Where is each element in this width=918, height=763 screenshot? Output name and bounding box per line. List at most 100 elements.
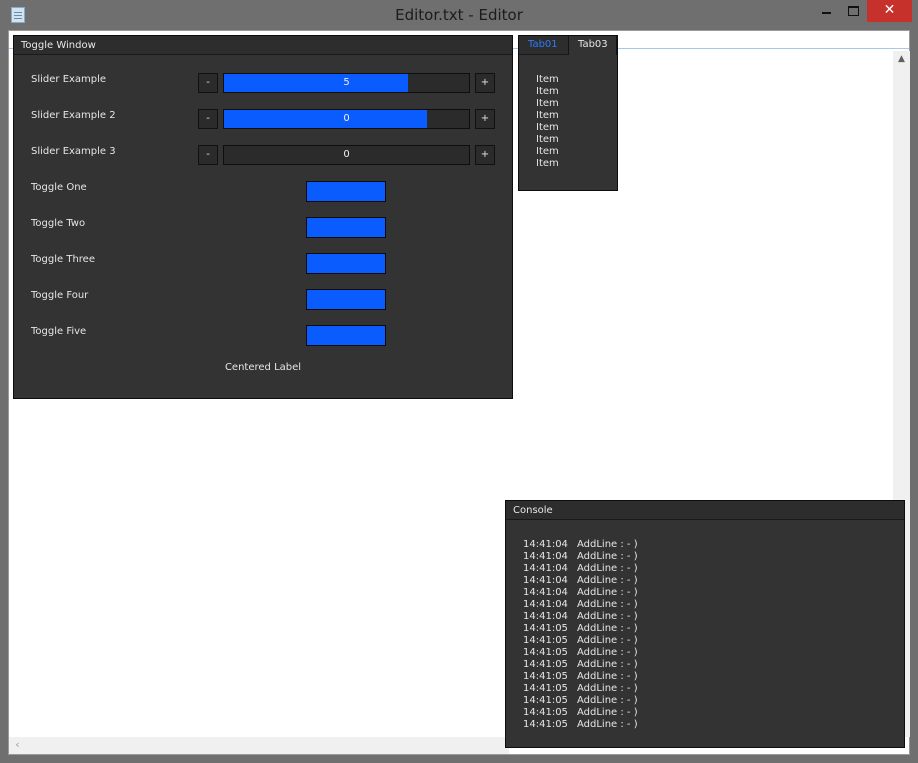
console-time: 14:41:05	[523, 683, 568, 694]
list-item[interactable]: Item	[536, 74, 559, 85]
console-text: AddLine : - )	[577, 647, 638, 658]
console-time: 14:41:04	[523, 611, 568, 622]
list-item[interactable]: Item	[536, 98, 559, 109]
console-text: AddLine : - )	[577, 623, 638, 634]
console-line: 14:41:05 AddLine : - )	[523, 647, 638, 658]
toggle-four[interactable]	[306, 289, 386, 310]
console-text: AddLine : - )	[577, 671, 638, 682]
toggle-label: Toggle Five	[31, 326, 87, 337]
slider-decrement-button[interactable]: -	[198, 145, 218, 165]
console-time: 14:41:05	[523, 671, 568, 682]
console-time: 14:41:05	[523, 719, 568, 730]
console-text: AddLine : - )	[577, 575, 638, 586]
toggle-two[interactable]	[306, 217, 386, 238]
console-line: 14:41:05 AddLine : - )	[523, 707, 638, 718]
scroll-left-icon[interactable]: ‹	[9, 737, 26, 754]
toggle-window-title[interactable]: Toggle Window	[14, 36, 512, 55]
console-text: AddLine : - )	[577, 659, 638, 670]
console-time: 14:41:04	[523, 575, 568, 586]
slider-decrement-button[interactable]: -	[198, 109, 218, 129]
console-time: 14:41:05	[523, 623, 568, 634]
console-line: 14:41:04 AddLine : - )	[523, 587, 638, 598]
console-time: 14:41:04	[523, 599, 568, 610]
console-text: AddLine : - )	[577, 539, 638, 550]
console-text: AddLine : - )	[577, 707, 638, 718]
console-line: 14:41:05 AddLine : - )	[523, 695, 638, 706]
console-text: AddLine : - )	[577, 719, 638, 730]
list-item[interactable]: Item	[536, 158, 559, 169]
slider-value: 5	[343, 77, 350, 88]
console-time: 14:41:04	[523, 563, 568, 574]
console-time: 14:41:05	[523, 647, 568, 658]
console-text: AddLine : - )	[577, 611, 638, 622]
toggle-label: Toggle Four	[31, 290, 89, 301]
console-time: 14:41:04	[523, 539, 568, 550]
console-line: 14:41:04 AddLine : - )	[523, 599, 638, 610]
slider-label: Slider Example	[31, 74, 107, 85]
console-window: Console 14:41:04 AddLine : - ) 14:41:04 Ad…	[505, 500, 905, 748]
minimize-button[interactable]	[814, 0, 840, 22]
console-line: 14:41:04 AddLine : - )	[523, 563, 638, 574]
console-line: 14:41:05 AddLine : - )	[523, 635, 638, 646]
slider-value: 0	[343, 149, 350, 160]
console-text: AddLine : - )	[577, 551, 638, 562]
tab-tab01[interactable]: Tab01	[519, 36, 568, 55]
list-item[interactable]: Item	[536, 146, 559, 157]
toggle-label: Toggle Three	[31, 254, 95, 265]
centered-label: Centered Label	[224, 362, 302, 373]
toggle-three[interactable]	[306, 253, 386, 274]
console-time: 14:41:05	[523, 659, 568, 670]
toggle-one[interactable]	[306, 181, 386, 202]
list-item[interactable]: Item	[536, 110, 559, 121]
window-title: Editor.txt - Editor	[395, 6, 523, 24]
title-bar[interactable]: Editor.txt - Editor ✕	[0, 0, 918, 30]
tab-tab03[interactable]: Tab03	[568, 36, 617, 55]
list-item[interactable]: Item	[536, 86, 559, 97]
console-time: 14:41:05	[523, 695, 568, 706]
toggle-five[interactable]	[306, 325, 386, 346]
console-time: 14:41:05	[523, 707, 568, 718]
console-line: 14:41:05 AddLine : - )	[523, 623, 638, 634]
toggle-label: Toggle Two	[31, 218, 86, 229]
slider-label: Slider Example 2	[31, 110, 116, 121]
console-time: 14:41:05	[523, 635, 568, 646]
console-line: 14:41:04 AddLine : - )	[523, 611, 638, 622]
console-time: 14:41:04	[523, 551, 568, 562]
list-item[interactable]: Item	[536, 134, 559, 145]
slider-increment-button[interactable]: +	[475, 145, 495, 165]
console-line: 14:41:05 AddLine : - )	[523, 659, 638, 670]
tab-bar: Tab01 Tab03	[519, 36, 617, 55]
console-text: AddLine : - )	[577, 695, 638, 706]
console-line: 14:41:04 AddLine : - )	[523, 575, 638, 586]
console-text: AddLine : - )	[577, 683, 638, 694]
console-text: AddLine : - )	[577, 563, 638, 574]
slider[interactable]: 5	[223, 73, 470, 93]
slider-increment-button[interactable]: +	[475, 109, 495, 129]
slider-label: Slider Example 3	[31, 146, 116, 157]
console-text: AddLine : - )	[577, 599, 638, 610]
console-text: AddLine : - )	[577, 587, 638, 598]
list-item[interactable]: Item	[536, 122, 559, 133]
console-line: 14:41:05 AddLine : - )	[523, 683, 638, 694]
console-title[interactable]: Console	[506, 501, 904, 520]
slider-value: 0	[343, 113, 350, 124]
close-button[interactable]: ✕	[867, 0, 912, 22]
close-icon: ✕	[883, 2, 896, 18]
toggle-label: Toggle One	[31, 182, 87, 193]
slider[interactable]: 0	[223, 109, 470, 129]
scroll-up-icon[interactable]: ▲	[893, 51, 910, 68]
slider-decrement-button[interactable]: -	[198, 73, 218, 93]
toggle-window: Toggle Window Slider Example - 5 + Slide…	[13, 35, 513, 399]
console-line: 14:41:05 AddLine : - )	[523, 671, 638, 682]
console-text: AddLine : - )	[577, 635, 638, 646]
horizontal-scrollbar[interactable]: ‹	[9, 737, 509, 754]
slider[interactable]: 0	[223, 145, 470, 165]
slider-increment-button[interactable]: +	[475, 73, 495, 93]
console-line: 14:41:04 AddLine : - )	[523, 539, 638, 550]
editor-window: Editor.txt - Editor ✕ ▲ ‹ Toggle Window …	[0, 0, 918, 763]
maximize-button[interactable]	[840, 0, 866, 22]
console-time: 14:41:04	[523, 587, 568, 598]
console-line: 14:41:05 AddLine : - )	[523, 719, 638, 730]
console-line: 14:41:04 AddLine : - )	[523, 551, 638, 562]
tab-window: Tab01 Tab03 Item Item Item Item Item Ite…	[518, 35, 618, 191]
